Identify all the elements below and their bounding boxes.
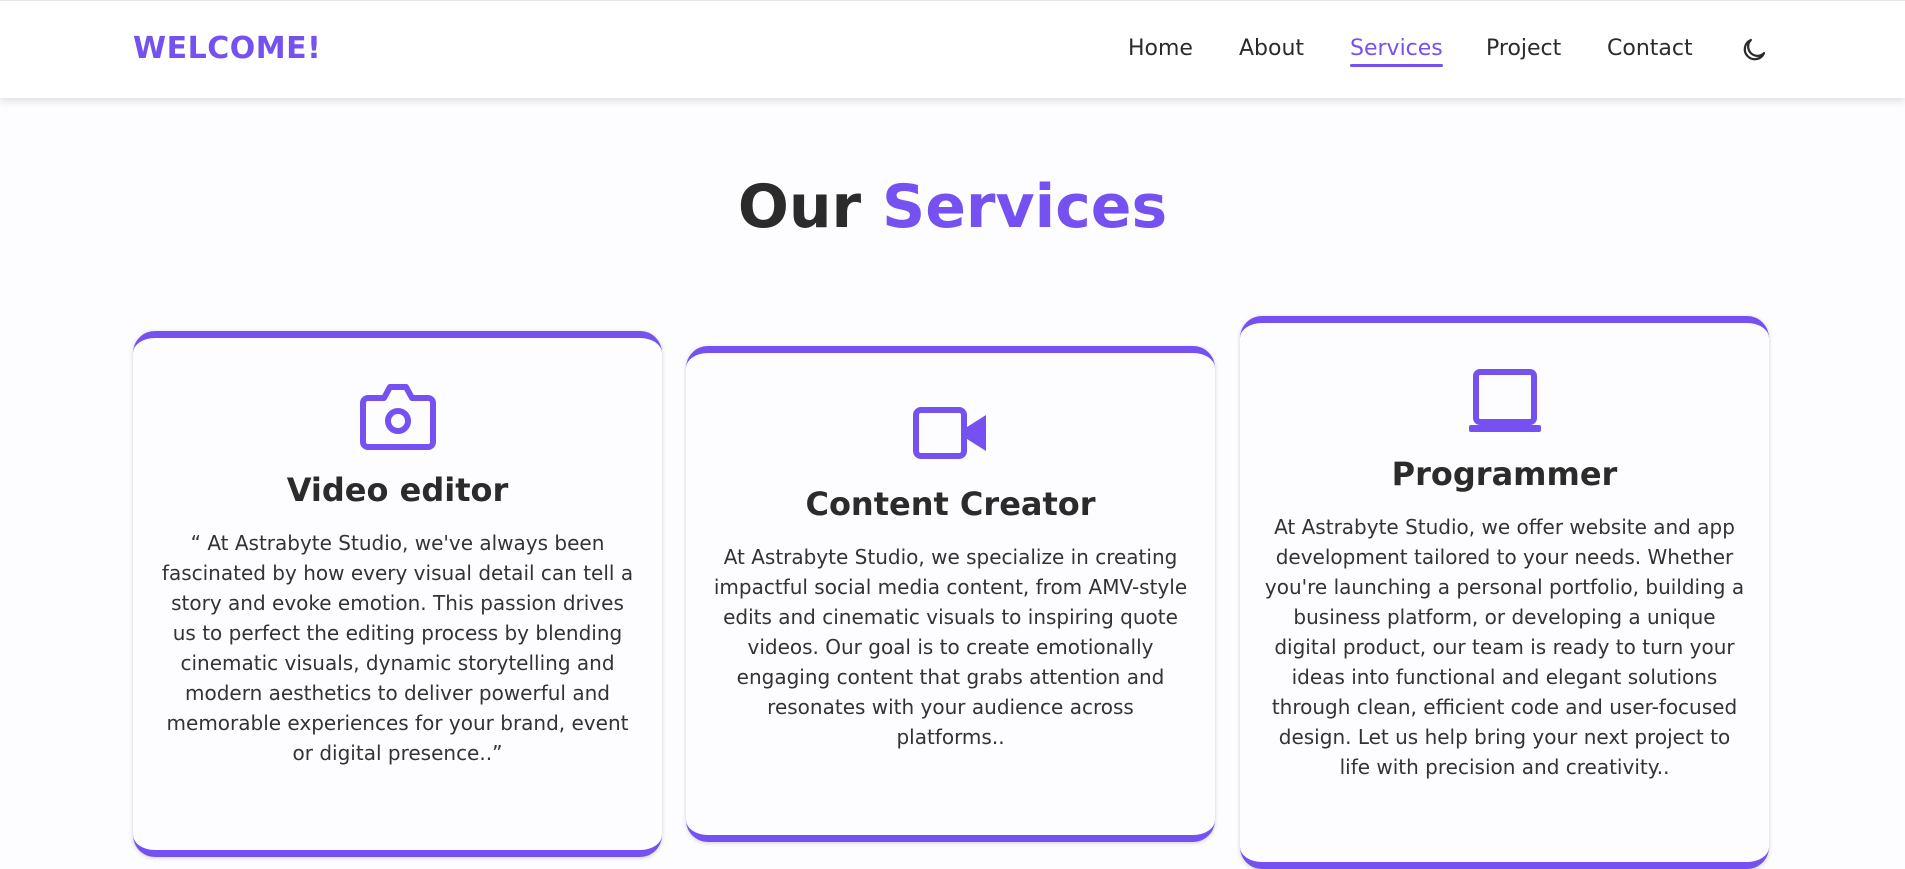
logo[interactable]: WELCOME! [133,31,321,66]
card-title: Video editor [286,471,509,509]
nav-link-contact[interactable]: Contact [1607,36,1693,61]
page-title-accent: Services [882,172,1168,242]
card-description: At Astrabyte Studio, we specialize in cr… [713,545,1188,749]
nav-link-home[interactable]: Home [1128,36,1193,61]
nav-link-about[interactable]: About [1239,36,1304,61]
service-card-video-editor: Video editor “ At Astrabyte Studio, we'v… [133,331,662,857]
page-title: Our Services [0,172,1905,242]
card-title: Programmer [1391,455,1618,493]
service-card-programmer: Programmer At Astrabyte Studio, we offer… [1240,316,1769,869]
page-title-prefix: Our [737,172,862,242]
nav-link-services[interactable]: Services [1350,36,1443,67]
card-title: Content Creator [805,485,1096,523]
nav-link-project[interactable]: Project [1486,36,1561,61]
camera-icon [133,384,662,450]
laptop-icon [1240,369,1769,435]
video-camera-icon [686,405,1215,461]
card-description: “ At Astrabyte Studio, we've always been… [161,531,634,765]
service-card-content-creator: Content Creator At Astrabyte Studio, we … [686,346,1215,842]
moon-icon[interactable] [1739,35,1769,65]
card-description: At Astrabyte Studio, we offer website an… [1264,515,1745,779]
navbar: WELCOME! Home About Services Project Con… [0,0,1905,98]
